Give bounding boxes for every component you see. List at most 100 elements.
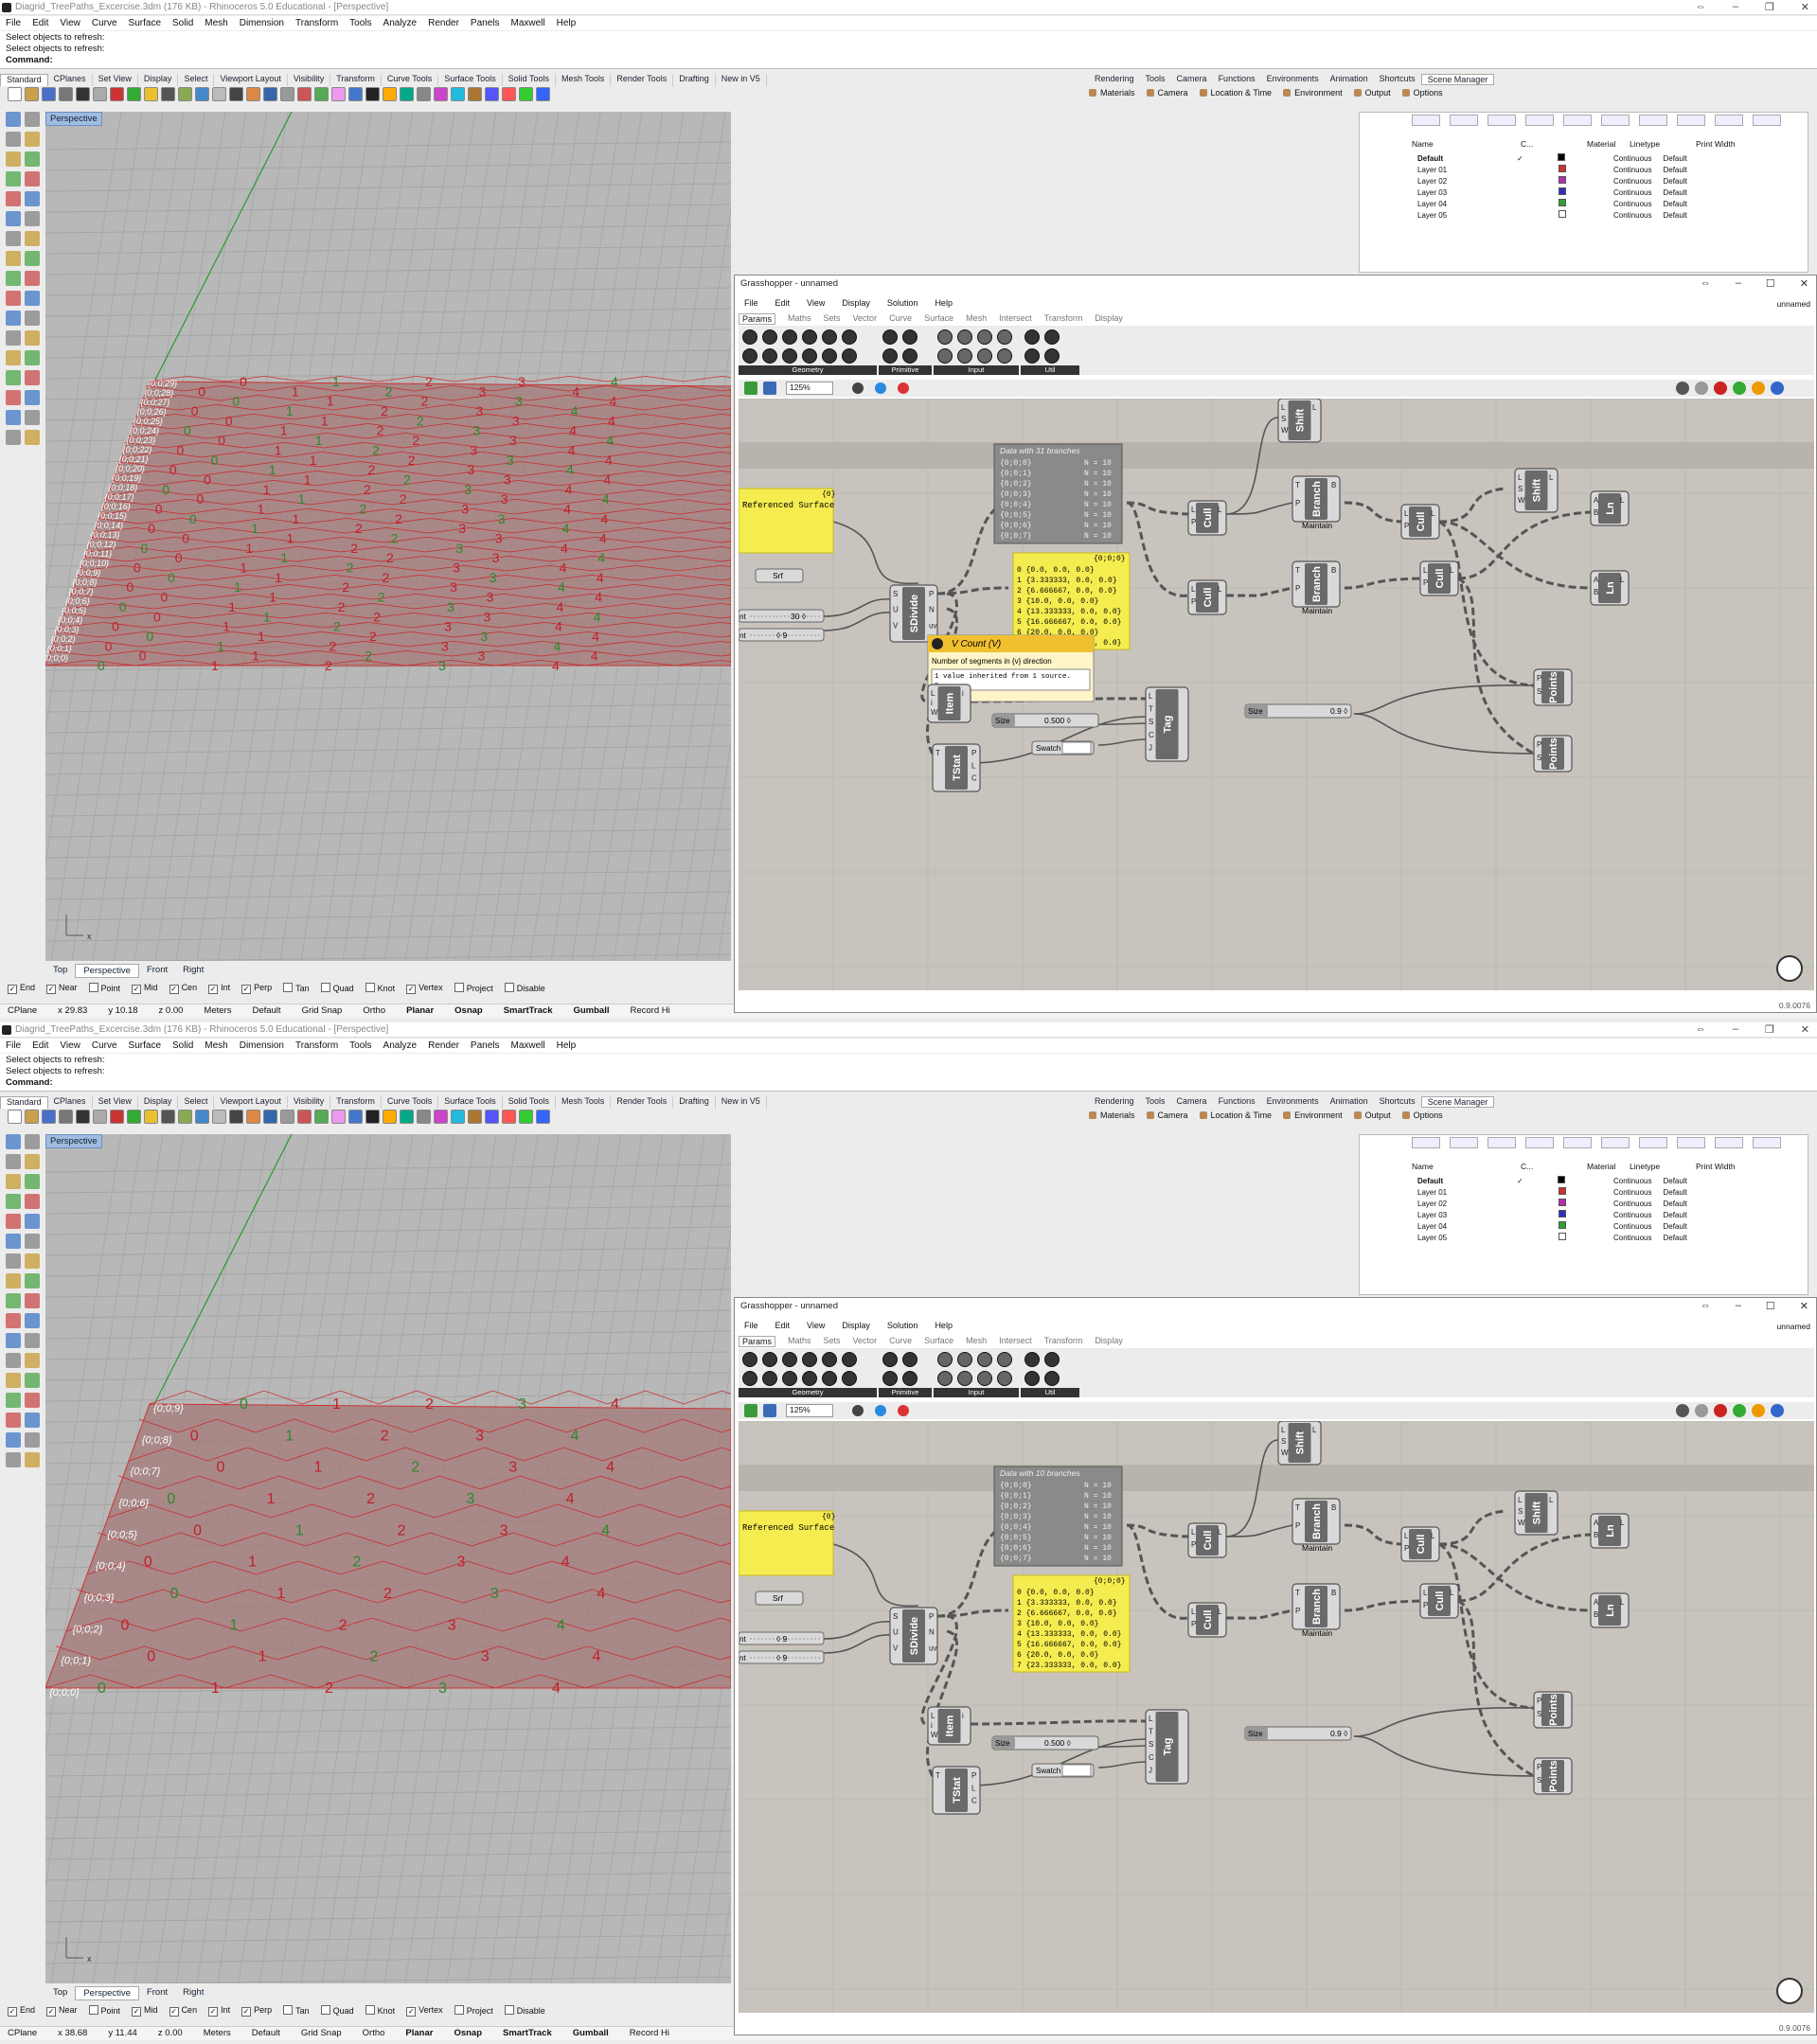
minimize-icon[interactable]: – [1733,1023,1738,1036]
layer-column-header[interactable]: Linetype [1630,1162,1696,1171]
palette-tool-icon[interactable] [25,1214,40,1229]
panel-tab-icon[interactable] [1563,115,1592,126]
gh-tab[interactable]: Maths [788,313,811,325]
layer-column-header[interactable]: Name [1412,1162,1521,1171]
panel-tab-icon[interactable] [1487,1137,1516,1148]
layer-row[interactable]: Layer 04 Continuous Default [1412,198,1693,209]
toolbar-tool-icon[interactable] [161,1110,175,1124]
shift-node-1[interactable]: ShiftLSWL [1277,1421,1322,1466]
toolbar-tool-icon[interactable] [127,1110,141,1124]
toolbar-tab[interactable]: CPlanes [48,1096,93,1109]
branch-node-2[interactable]: Branch T P B [1291,1583,1341,1630]
palette-tool-icon[interactable] [25,1413,40,1428]
gh-menu-item[interactable]: Help [935,298,953,308]
minimize-icon[interactable]: – [1736,277,1741,290]
gh-component-icon[interactable] [782,348,797,364]
layer-color-swatch[interactable] [1559,176,1566,184]
maximize-icon[interactable]: ❐ [1765,1023,1774,1036]
gh-component-icon[interactable] [957,1352,972,1367]
gh-menu-item[interactable]: Help [935,1321,953,1330]
osnap-checkbox[interactable]: Knot [365,983,396,994]
panel-tab-icon[interactable] [1450,115,1478,126]
palette-tool-icon[interactable] [6,370,21,385]
referenced-surface-panel[interactable]: {0} Referenced Surface [739,488,835,554]
status-gumball[interactable]: Gumball [573,2028,609,2039]
osnap-checkbox[interactable]: Mid [132,983,158,994]
gh-component-icon[interactable] [762,1352,777,1367]
menu-item[interactable]: Tools [349,18,371,30]
restore-icon[interactable]: ⇔ [1701,277,1711,290]
menu-item[interactable]: Render [428,1040,459,1053]
osnap-checkbox[interactable]: Point [89,983,121,994]
toolbar-tool-icon[interactable] [42,1110,56,1124]
layer-color-swatch[interactable] [1559,210,1566,218]
preview-icon[interactable] [852,382,864,394]
layer-state[interactable] [1511,164,1587,175]
osnap-checkbox[interactable]: Near [46,2005,78,2017]
branch-node-1[interactable]: Branch TP B [1291,1498,1341,1545]
red-preview-icon[interactable] [1714,1404,1727,1417]
gh-tab[interactable]: Display [1095,1336,1123,1347]
swatch-component[interactable]: Swatch [1031,1763,1095,1778]
gh-component-icon[interactable] [882,1352,898,1367]
status-record[interactable]: Record Hi [631,1005,670,1017]
layer-state[interactable]: ✓ [1511,1175,1587,1186]
toolbar-tool-icon[interactable] [383,87,397,101]
scene-tool-button[interactable]: Options [1402,1111,1443,1120]
panel-tab-icon[interactable] [1487,115,1516,126]
layer-state[interactable] [1511,198,1587,209]
palette-tool-icon[interactable] [25,1194,40,1209]
gh-tab[interactable]: Curve [889,313,912,325]
toolbar-tool-icon[interactable] [263,87,277,101]
toolbar-tool-icon[interactable] [434,1110,448,1124]
panel-tab-icon[interactable] [1525,1137,1554,1148]
toolbar-tool-icon[interactable] [365,87,380,101]
tstat-node[interactable]: TStat T PLC [932,1766,981,1815]
toolbar-tab[interactable]: Viewport Layout [214,1096,288,1109]
toolbar-tool-icon[interactable] [263,1110,277,1124]
palette-tool-icon[interactable] [25,1293,40,1308]
layer-row[interactable]: Layer 03 Continuous Default [1412,187,1693,198]
gh-menu-item[interactable]: Display [842,1321,870,1330]
menu-item[interactable]: Solid [172,18,193,30]
layer-state[interactable] [1511,1209,1587,1220]
layer-row[interactable]: Layer 03 Continuous Default [1412,1209,1693,1220]
size-slider-2[interactable]: Size 0.9 ◊ [1244,1726,1352,1741]
gh-component-icon[interactable] [1044,329,1060,345]
gh-component-icon[interactable] [822,1352,837,1367]
item-node[interactable]: ItemLiWi [927,684,971,723]
toolbar-tool-icon[interactable] [76,87,90,101]
scene-tool-button[interactable]: Materials [1089,88,1135,98]
gh-component-icon[interactable] [882,329,898,345]
palette-tool-icon[interactable] [25,1313,40,1328]
panel-tab[interactable]: Shortcuts [1374,74,1421,85]
panel-tab-icon[interactable] [1639,115,1667,126]
palette-tool-icon[interactable] [6,1353,21,1368]
toolbar-tool-icon[interactable] [348,1110,363,1124]
osnap-checkbox[interactable]: Near [46,983,78,994]
gh-component-icon[interactable] [1024,329,1040,345]
referenced-surface-panel[interactable]: {0} Referenced Surface [739,1510,835,1576]
menu-item[interactable]: Maxwell [511,1040,545,1053]
menu-item[interactable]: Panels [471,1040,500,1053]
gh-tab[interactable]: Intersect [999,313,1032,325]
toolbar-tab[interactable]: Surface Tools [438,1096,503,1109]
gh-tab[interactable]: Vector [853,1336,878,1347]
toolbar-tool-icon[interactable] [178,87,192,101]
status-layer[interactable]: Default [252,1005,280,1017]
layer-row[interactable]: Default ✓ Continuous Default [1412,1175,1693,1186]
panel-tab[interactable]: Scene Manager [1420,1096,1495,1108]
toolbar-tool-icon[interactable] [59,1110,73,1124]
osnap-checkbox[interactable]: End [8,2005,35,2017]
toolbar-tool-icon[interactable] [229,1110,243,1124]
toolbar-tool-icon[interactable] [365,1110,380,1124]
layer-column-header[interactable]: Material [1587,1162,1630,1171]
toolbar-tool-icon[interactable] [331,87,346,101]
palette-tool-icon[interactable] [25,1273,40,1289]
palette-tool-icon[interactable] [25,1373,40,1388]
viewport-tab[interactable]: Perspective [75,1986,139,2000]
panel-tab-icon[interactable] [1412,115,1440,126]
toolbar-tab[interactable]: Solid Tools [503,1096,556,1109]
gh-component-icon[interactable] [802,348,817,364]
perspective-viewport[interactable]: 0 1 2 3 4 0 1 2 3 4 0 1 2 3 4 0 1 2 3 4 0 1 2 3 4 0 1 2 3 4 0 1 2 3 4 0 1 2 3 4… [45,112,731,961]
